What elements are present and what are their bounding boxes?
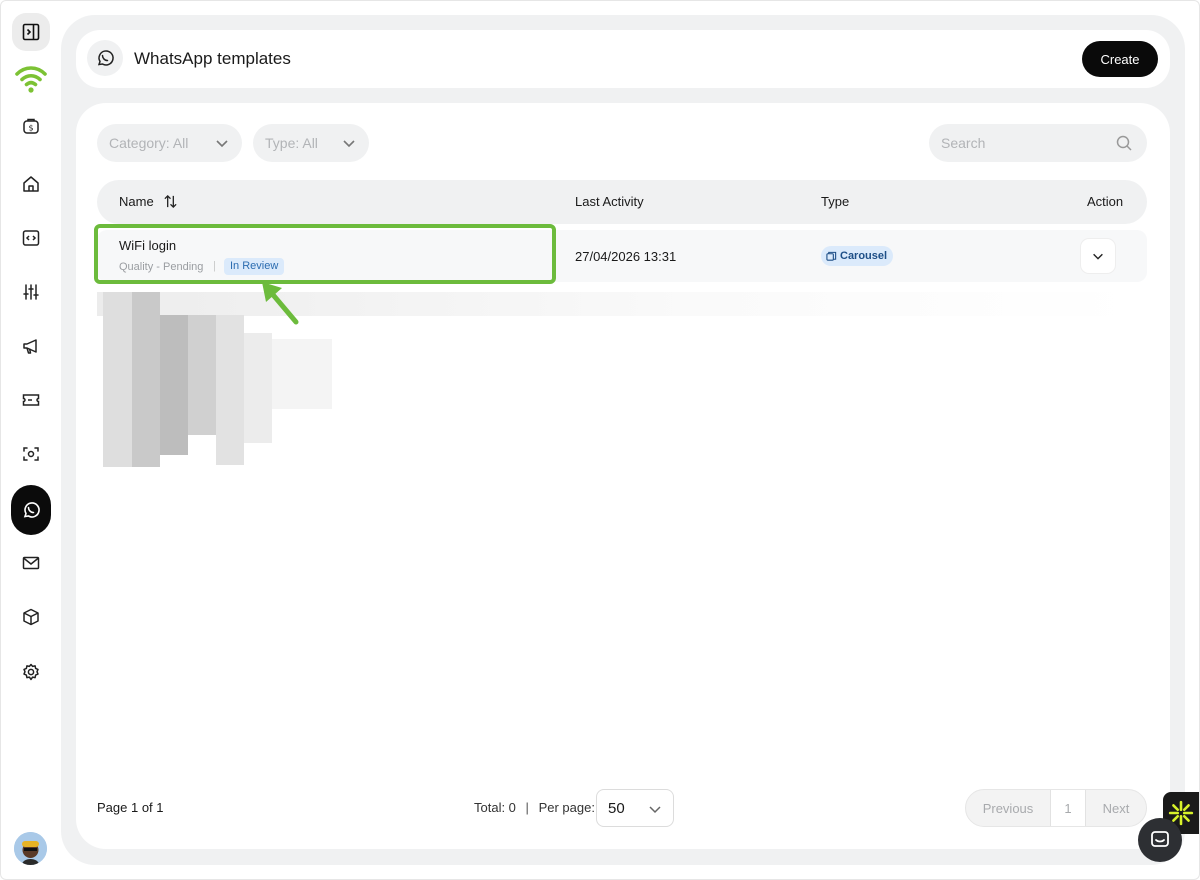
blurred-content — [103, 292, 132, 467]
chevron-down-icon — [343, 140, 355, 148]
whatsapp-icon[interactable] — [11, 485, 51, 535]
scan-icon[interactable] — [11, 434, 51, 474]
ticket-icon[interactable] — [11, 380, 51, 420]
create-button[interactable]: Create — [1082, 41, 1158, 77]
blurred-content — [97, 292, 1137, 316]
chevron-down-icon — [1093, 253, 1103, 260]
next-button[interactable]: Next — [1086, 790, 1146, 826]
per-page-select[interactable]: 50 — [596, 789, 674, 827]
settings-icon[interactable] — [11, 652, 51, 692]
column-action: Action — [1087, 194, 1124, 209]
mail-icon[interactable] — [11, 543, 51, 583]
highlight-annotation — [94, 224, 556, 284]
blurred-content — [244, 333, 272, 443]
type-filter-label: Type: All — [265, 135, 318, 151]
type-label: Carousel — [840, 250, 888, 262]
blurred-content — [160, 315, 188, 455]
category-filter-label: Category: All — [109, 135, 189, 151]
megaphone-icon[interactable] — [11, 326, 51, 366]
wifi-logo-icon[interactable] — [11, 58, 51, 98]
cube-icon[interactable] — [11, 597, 51, 637]
column-name-label: Name — [119, 194, 154, 209]
templates-content: Category: All Type: All Search Name Last… — [76, 103, 1170, 849]
chevron-down-icon — [649, 806, 661, 814]
svg-text:$: $ — [28, 124, 33, 133]
avatar[interactable] — [14, 832, 47, 865]
per-page-label: Per page: — [538, 800, 595, 815]
page-number-button[interactable]: 1 — [1051, 790, 1086, 826]
chat-launcher-button[interactable] — [1138, 818, 1182, 862]
search-input[interactable]: Search — [929, 124, 1147, 162]
column-last-activity: Last Activity — [575, 194, 644, 209]
category-filter[interactable]: Category: All — [97, 124, 242, 162]
sort-icon[interactable] — [163, 194, 178, 209]
chevron-down-icon — [216, 140, 228, 148]
column-type: Type — [821, 194, 850, 209]
total-label: Total: 0 — [474, 800, 516, 815]
table-header: Name Last Activity Type Action — [97, 180, 1147, 224]
sidebar: $ — [0, 0, 62, 880]
search-icon — [1116, 135, 1132, 151]
whatsapp-icon — [87, 40, 123, 76]
blurred-content — [188, 315, 216, 435]
code-icon[interactable] — [11, 218, 51, 258]
action-dropdown-button[interactable] — [1080, 238, 1116, 274]
page-title: WhatsApp templates — [134, 49, 291, 68]
home-icon[interactable] — [11, 164, 51, 204]
last-activity: 27/04/2026 13:31 — [575, 249, 677, 264]
blurred-content — [216, 315, 244, 465]
annotation-arrow-icon — [262, 282, 299, 325]
billing-icon[interactable]: $ — [11, 106, 51, 146]
pagination: Previous 1 Next — [965, 789, 1147, 827]
previous-button[interactable]: Previous — [966, 790, 1051, 826]
search-placeholder: Search — [941, 135, 986, 151]
column-name[interactable]: Name — [119, 194, 178, 209]
carousel-icon — [826, 251, 837, 261]
per-page-value: 50 — [608, 799, 625, 817]
sliders-icon[interactable] — [11, 272, 51, 312]
type-filter[interactable]: Type: All — [253, 124, 369, 162]
type-badge: Carousel — [821, 246, 894, 266]
chat-icon — [1151, 831, 1169, 847]
total-count: Total: 0 | Per page: — [474, 800, 595, 815]
blurred-content — [132, 292, 160, 467]
page-header: WhatsApp templates Create — [76, 30, 1170, 88]
page-info: Page 1 of 1 — [97, 800, 164, 815]
blurred-content — [272, 339, 332, 409]
main-panel: WhatsApp templates Create Category: All … — [61, 15, 1185, 865]
sidebar-toggle-icon[interactable] — [12, 13, 50, 51]
footer-divider: | — [525, 800, 529, 815]
